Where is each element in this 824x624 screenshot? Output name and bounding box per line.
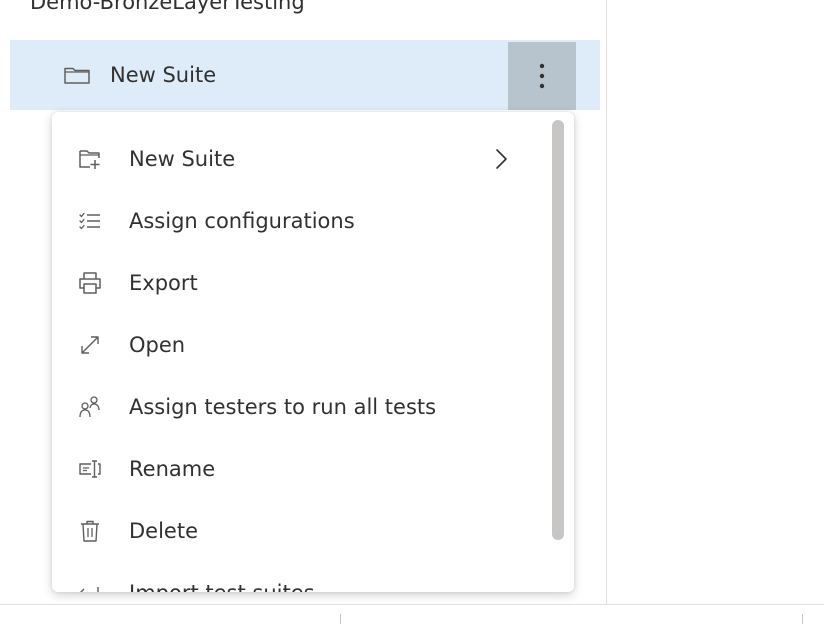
tree-parent-label: Demo-BronzeLayerTesting bbox=[30, 0, 305, 14]
folder-icon bbox=[64, 67, 90, 84]
column-divider bbox=[802, 614, 803, 624]
menu-item-export[interactable]: Export bbox=[52, 252, 542, 314]
menu-item-label: Assign configurations bbox=[129, 209, 355, 233]
context-menu: New Suite Assign configurations Export O… bbox=[52, 112, 574, 592]
trash-icon bbox=[81, 520, 99, 542]
print-icon bbox=[79, 272, 101, 294]
more-vertical-icon bbox=[539, 63, 545, 89]
panel-divider bbox=[606, 0, 607, 604]
menu-item-label: Delete bbox=[129, 519, 198, 543]
tree-item-new-suite[interactable]: New Suite bbox=[10, 40, 600, 110]
menu-item-open[interactable]: Open bbox=[52, 314, 542, 376]
menu-item-label: Import test suites bbox=[129, 562, 315, 592]
people-icon bbox=[79, 396, 100, 418]
menu-item-label: New Suite bbox=[129, 147, 236, 171]
more-actions-button[interactable] bbox=[508, 42, 576, 110]
import-icon bbox=[80, 587, 99, 592]
menu-item-import-test-suites[interactable]: Import test suites bbox=[52, 562, 542, 592]
menu-item-label: Open bbox=[129, 333, 186, 357]
menu-item-label: Export bbox=[129, 271, 198, 295]
menu-item-label: Rename bbox=[129, 457, 216, 481]
menu-item-assign-testers[interactable]: Assign testers to run all tests bbox=[52, 376, 542, 438]
assign-configurations-icon bbox=[79, 212, 100, 230]
tree-parent-item[interactable]: Demo-BronzeLayerTesting bbox=[30, 0, 305, 17]
suite-label: New Suite bbox=[110, 63, 217, 87]
rename-icon bbox=[79, 460, 101, 478]
expand-diagonal-icon bbox=[81, 336, 99, 354]
bottom-border bbox=[0, 604, 824, 605]
menu-scrollbar[interactable] bbox=[552, 120, 564, 540]
column-divider bbox=[340, 614, 341, 624]
menu-item-delete[interactable]: Delete bbox=[52, 500, 542, 562]
menu-item-label: Assign testers to run all tests bbox=[129, 395, 437, 419]
chevron-right-icon bbox=[496, 149, 507, 169]
new-suite-icon bbox=[79, 150, 100, 169]
menu-item-rename[interactable]: Rename bbox=[52, 438, 542, 500]
menu-item-assign-configurations[interactable]: Assign configurations bbox=[52, 190, 542, 252]
menu-item-new-suite[interactable]: New Suite bbox=[52, 128, 542, 190]
